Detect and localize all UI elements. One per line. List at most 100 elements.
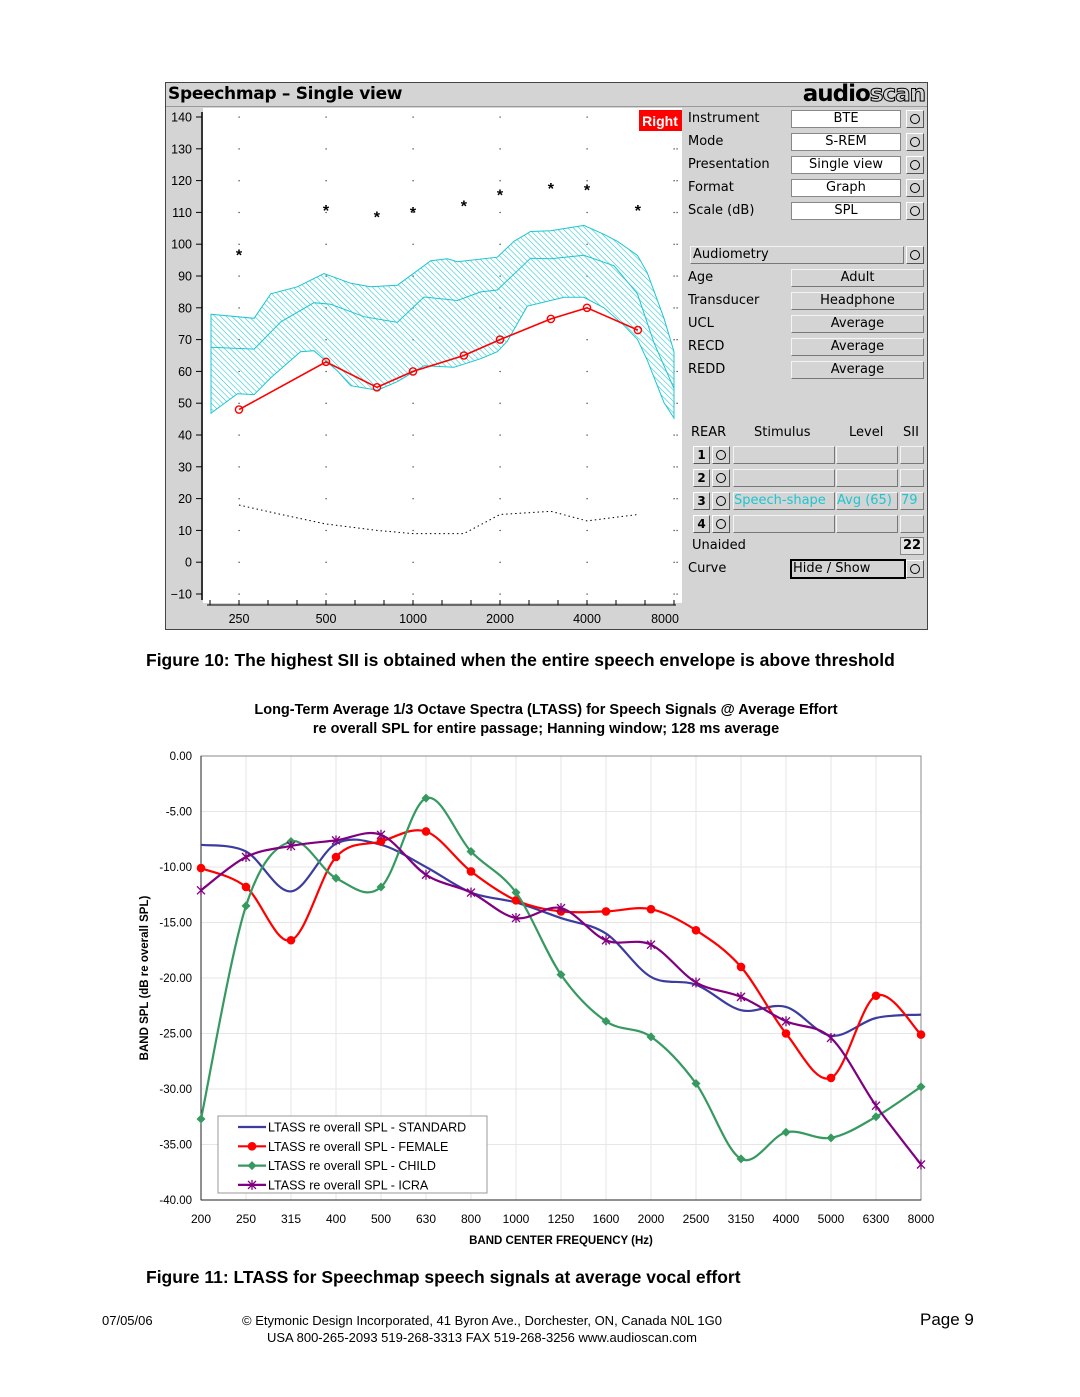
- grid-dot: [499, 466, 501, 468]
- grid-dot: [676, 370, 678, 373]
- audiometry-value[interactable]: Average: [791, 338, 924, 356]
- setting-value-mode[interactable]: S-REM: [791, 133, 901, 151]
- rear-level[interactable]: [836, 446, 898, 464]
- chart-subtitle: re overall SPL for entire passage; Hanni…: [312, 721, 780, 737]
- y-tick-label: 50: [178, 397, 192, 411]
- y-tick-label: 40: [178, 429, 192, 443]
- audiometry-value[interactable]: Headphone: [791, 292, 924, 310]
- rear-sii: [900, 469, 924, 487]
- rear-4-toggle[interactable]: [712, 515, 730, 533]
- rear-1-toggle[interactable]: [712, 446, 730, 464]
- grid-dot: [325, 116, 327, 118]
- rear-2-toggle[interactable]: [712, 469, 730, 487]
- setting-button[interactable]: [906, 110, 924, 128]
- diamond-marker: [826, 1133, 836, 1143]
- rear-4-button[interactable]: 4: [693, 515, 710, 533]
- circle-marker: [241, 882, 251, 892]
- circle-icon: [910, 183, 920, 193]
- footer-contact: USA 800-265-2093 519-268-3313 FAX 519-26…: [266, 1330, 697, 1345]
- curve-label: Curve: [688, 561, 727, 576]
- grid-dot: [586, 434, 588, 436]
- setting-label: Format: [688, 180, 734, 195]
- y-tick-label: 120: [171, 174, 192, 188]
- setting-value-scale[interactable]: SPL: [791, 202, 901, 220]
- audiometry-label: RECD: [688, 339, 725, 354]
- footer-address: © Etymonic Design Incorporated, 41 Byron…: [242, 1313, 722, 1328]
- audiometry-value[interactable]: Average: [791, 315, 924, 333]
- ear-badge-label: Right: [642, 113, 678, 129]
- grid-dot: [412, 148, 414, 150]
- circle-icon: [910, 564, 920, 574]
- x-axis-label: BAND CENTER FREQUENCY (Hz): [469, 1235, 653, 1247]
- rear-2-button[interactable]: 2: [693, 469, 710, 487]
- grid-dot: [238, 211, 240, 214]
- grid-dot: [412, 116, 414, 118]
- setting-button[interactable]: [906, 133, 924, 151]
- setting-label: Mode: [688, 134, 724, 149]
- grid-dot: [676, 275, 678, 277]
- setting-value-instrument[interactable]: BTE: [791, 110, 901, 128]
- grid-dot: [499, 498, 501, 500]
- rear-3-toggle[interactable]: [712, 492, 730, 510]
- curve-hide-show-button[interactable]: Hide / Show: [790, 559, 906, 579]
- x-tick-label: 4000: [773, 1212, 800, 1226]
- grid-dot: [325, 561, 327, 563]
- grid-dot: [238, 275, 240, 277]
- audiometry-button[interactable]: Audiometry: [690, 246, 904, 264]
- audiometry-value[interactable]: Adult: [791, 269, 924, 287]
- setting-value-format[interactable]: Graph: [791, 179, 901, 197]
- setting-value-presentation[interactable]: Single view: [791, 156, 901, 174]
- rear-stimulus[interactable]: [733, 446, 835, 464]
- grid-dot: [586, 180, 588, 182]
- unaided-sii: 22: [900, 537, 924, 555]
- y-tick-label: 110: [172, 206, 192, 220]
- figure-10-caption: Figure 10: The highest SII is obtained w…: [146, 650, 895, 670]
- circle-marker: [331, 852, 341, 862]
- ucl-asterisk: *: [236, 248, 243, 265]
- rear-level[interactable]: Avg (65): [836, 492, 898, 510]
- asterisk-marker: [871, 1100, 881, 1111]
- rear-stimulus[interactable]: Speech-shape: [733, 492, 835, 510]
- x-tick-label: 1600: [593, 1212, 620, 1226]
- grid-dot: [673, 275, 675, 277]
- ucl-asterisk: *: [374, 210, 381, 227]
- y-tick-label: -35.00: [159, 1140, 192, 1152]
- rear-level[interactable]: [836, 515, 898, 533]
- chart-title: Long-Term Average 1/3 Octave Spectra (LT…: [254, 702, 838, 718]
- rear-sii: 79: [900, 492, 924, 510]
- ucl-asterisk: *: [323, 203, 330, 220]
- setting-label: Instrument: [688, 111, 760, 126]
- rear-stimulus[interactable]: [733, 515, 835, 533]
- setting-button[interactable]: [906, 202, 924, 220]
- setting-button[interactable]: [906, 179, 924, 197]
- audiometry-value[interactable]: Average: [791, 361, 924, 379]
- x-tick-label: 630: [416, 1212, 436, 1226]
- audiometry-label: REDD: [688, 362, 726, 377]
- setting-button[interactable]: [906, 156, 924, 174]
- grid-dot: [673, 339, 675, 341]
- grid-dot: [412, 243, 414, 245]
- grid-dot: [325, 180, 327, 182]
- grid-dot: [412, 466, 414, 468]
- y-tick-label: -5.00: [166, 807, 192, 819]
- rear-stimulus[interactable]: [733, 469, 835, 487]
- legend-entry: LTASS re overall SPL - CHILD: [268, 1159, 436, 1173]
- grid-dot: [586, 402, 588, 404]
- y-tick-label: 10: [178, 524, 192, 538]
- y-tick-label: -15.00: [159, 918, 192, 930]
- page-number: Page 9: [920, 1310, 974, 1329]
- rear-1-button[interactable]: 1: [693, 446, 710, 464]
- circle-marker: [196, 863, 206, 873]
- audiometry-circle-button[interactable]: [906, 246, 924, 264]
- circle-icon: [716, 496, 726, 506]
- circle-icon: [910, 114, 920, 124]
- rear-3-button[interactable]: 3: [693, 492, 710, 510]
- diamond-marker: [781, 1127, 791, 1137]
- asterisk-marker: [826, 1032, 836, 1043]
- grid-dot: [676, 402, 678, 404]
- circle-icon: [716, 473, 726, 483]
- grid-dot: [412, 498, 414, 500]
- grid-dot: [676, 180, 678, 182]
- rear-level[interactable]: [836, 469, 898, 487]
- curve-circle-button[interactable]: [906, 560, 924, 578]
